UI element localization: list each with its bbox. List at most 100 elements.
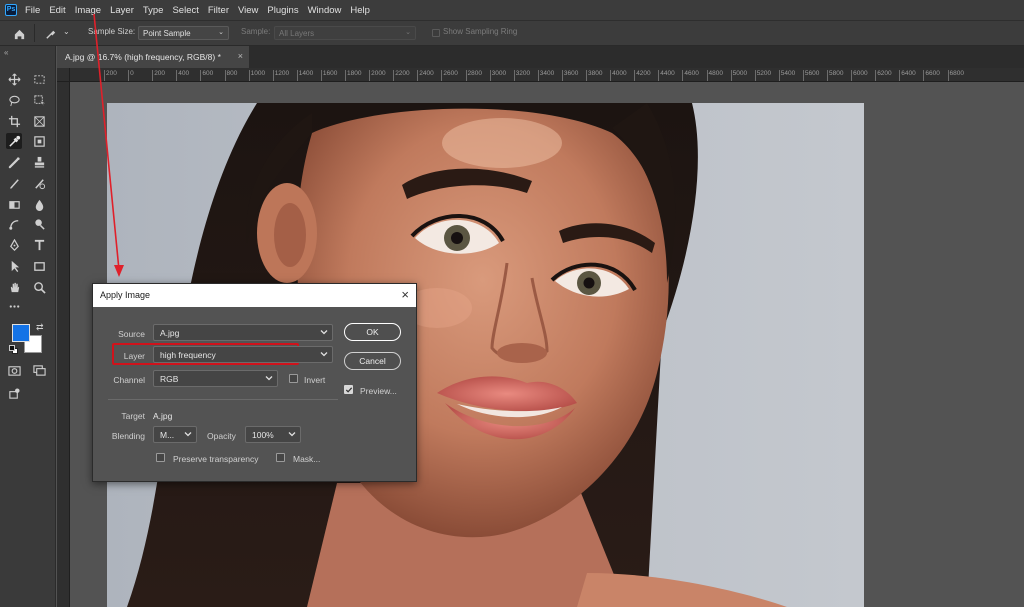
layer-value: high frequency — [160, 350, 216, 360]
ruler-tick-label: 4000 — [610, 70, 627, 81]
menu-layer[interactable]: Layer — [110, 5, 134, 16]
cancel-button[interactable]: Cancel — [344, 352, 401, 370]
chevron-down-icon — [184, 432, 192, 437]
ruler-tick-label: 6800 — [947, 70, 964, 81]
ruler-tick-label: 800 — [224, 70, 237, 81]
menu-filter[interactable]: Filter — [208, 5, 229, 16]
show-sampling-ring-checkbox[interactable] — [432, 29, 440, 37]
ruler-tick-label: 5600 — [802, 70, 819, 81]
stamp-tool-icon[interactable] — [31, 154, 47, 170]
document-tab[interactable]: A.jpg @ 16.7% (high frequency, RGB/8) * … — [57, 46, 249, 68]
preserve-transparency-checkbox[interactable] — [156, 453, 165, 462]
crop-tool-icon[interactable] — [6, 113, 22, 129]
quick-mask-icon[interactable] — [6, 362, 22, 378]
ruler-tick-label: 5800 — [827, 70, 843, 81]
eyedropper-preset-icon[interactable] — [42, 26, 58, 42]
ok-button[interactable]: OK — [344, 323, 401, 341]
target-value: A.jpg — [153, 411, 173, 421]
type-tool-icon[interactable] — [31, 237, 47, 253]
target-label: Target — [121, 411, 145, 421]
dialog-titlebar[interactable]: Apply Image × — [93, 284, 416, 307]
menu-file[interactable]: File — [25, 5, 40, 16]
invert-checkbox[interactable] — [289, 374, 298, 383]
show-sampling-ring-label: Show Sampling Ring — [443, 27, 518, 36]
section-divider — [108, 399, 338, 400]
opacity-value: 100% — [252, 430, 274, 440]
ruler-tick-label: 1600 — [320, 70, 337, 81]
marquee-tool-icon[interactable] — [31, 71, 47, 87]
ruler-corner — [57, 68, 70, 82]
tools-panel: « ⇄ — [0, 46, 56, 607]
blending-value: M... — [160, 430, 175, 440]
screen-mode-icon[interactable] — [31, 362, 47, 378]
sample-value: All Layers — [279, 29, 315, 38]
more-tools-icon[interactable] — [6, 298, 22, 314]
menu-plugins[interactable]: Plugins — [267, 5, 298, 16]
hand-tool-icon[interactable] — [6, 279, 22, 295]
eyedropper-tool-icon[interactable] — [6, 133, 22, 149]
sample-select[interactable]: All Layers ⌄ — [274, 26, 416, 40]
ruler-tick-label: 1200 — [272, 70, 289, 81]
brush-tool-icon[interactable] — [6, 175, 22, 191]
ruler-tick-label: 2200 — [393, 70, 410, 81]
blending-select[interactable]: M... — [153, 426, 197, 443]
channel-select[interactable]: RGB — [153, 370, 278, 387]
swap-colors-icon[interactable]: ⇄ — [36, 322, 44, 333]
healing-brush-icon[interactable] — [6, 154, 22, 170]
ruler-tick-label: 3800 — [586, 70, 602, 81]
ruler-tick-label: 0 — [128, 70, 134, 81]
pen-tool-icon[interactable] — [6, 237, 22, 253]
options-bar: ⌄ Sample Size: Point Sample ⌄ Sample: Al… — [0, 20, 1024, 46]
vertical-ruler — [57, 82, 70, 607]
divider — [34, 24, 35, 42]
menu-edit[interactable]: Edit — [49, 5, 65, 16]
zoom-tool-icon[interactable] — [31, 279, 47, 295]
ruler-tick-label: 3400 — [537, 70, 554, 81]
foreground-color-swatch[interactable] — [12, 324, 30, 342]
chevron-down-icon — [288, 432, 296, 437]
close-icon[interactable]: × — [401, 287, 409, 302]
ruler-tick-label: 6000 — [851, 70, 868, 81]
ruler-tick-label: 2000 — [369, 70, 386, 81]
home-icon[interactable] — [11, 26, 27, 42]
preserve-transparency-label: Preserve transparency — [173, 454, 259, 464]
collapse-panel-icon[interactable]: « — [4, 48, 8, 57]
mask-label: Mask... — [293, 454, 321, 464]
eraser-tool-icon[interactable] — [6, 196, 22, 212]
menu-type[interactable]: Type — [143, 5, 164, 16]
object-selection-icon[interactable] — [31, 92, 47, 108]
menu-image[interactable]: Image — [75, 5, 101, 16]
ruler-tick-label: 2600 — [441, 70, 458, 81]
source-select[interactable]: A.jpg — [153, 324, 333, 341]
preview-checkbox[interactable] — [344, 385, 353, 394]
sample-size-select[interactable]: Point Sample ⌄ — [138, 26, 229, 40]
frame-tool-icon[interactable] — [31, 113, 47, 129]
opacity-label: Opacity — [207, 431, 236, 441]
menu-window[interactable]: Window — [308, 5, 342, 16]
default-colors-icon[interactable] — [9, 345, 19, 355]
layer-select[interactable]: high frequency — [153, 346, 333, 363]
history-brush-icon[interactable] — [31, 175, 47, 191]
blur-tool-icon[interactable] — [31, 196, 47, 212]
dialog-title: Apply Image — [100, 290, 151, 300]
menu-help[interactable]: Help — [350, 5, 370, 16]
close-tab-icon[interactable]: × — [238, 51, 243, 61]
opacity-field[interactable]: 100% — [245, 426, 301, 443]
edit-toolbar-icon[interactable] — [6, 385, 22, 401]
checkmark-icon — [345, 387, 353, 393]
menu-view[interactable]: View — [238, 5, 258, 16]
chevron-down-icon[interactable]: ⌄ — [63, 27, 70, 36]
dodge-tool-icon[interactable] — [31, 216, 47, 232]
lasso-tool-icon[interactable] — [6, 92, 22, 108]
menu-select[interactable]: Select — [172, 5, 198, 16]
ruler-tick-label: 1400 — [296, 70, 313, 81]
sample-label: Sample: — [241, 27, 271, 36]
ruler-tick-label: 2400 — [417, 70, 434, 81]
rectangle-tool-icon[interactable] — [31, 258, 47, 274]
ruler-tick-label: 5400 — [778, 70, 795, 81]
move-tool-icon[interactable] — [6, 71, 22, 87]
mask-checkbox[interactable] — [276, 453, 285, 462]
frame-3d-icon[interactable] — [31, 133, 47, 149]
path-selection-icon[interactable] — [6, 258, 22, 274]
gradient-tool-icon[interactable] — [6, 216, 22, 232]
